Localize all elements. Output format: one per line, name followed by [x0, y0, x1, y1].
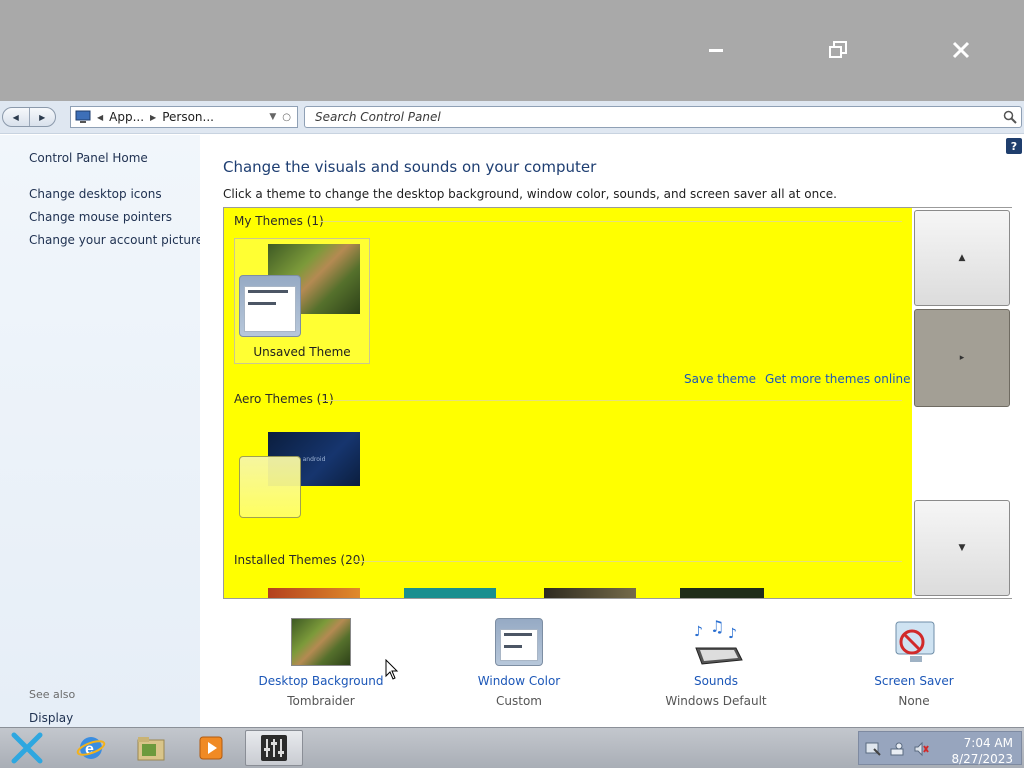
screen-saver-icon [884, 618, 944, 668]
window-color-shortcut[interactable]: Window Color Custom [429, 618, 609, 708]
scroll-thumb[interactable]: ▸ [914, 309, 1010, 407]
back-button[interactable]: ◀ [3, 108, 30, 126]
sounds-shortcut[interactable]: ♪ ♫ ♪ Sounds Windows Default [626, 617, 806, 708]
control-panel-icon [75, 110, 91, 123]
grip-icon: ▸ [959, 353, 965, 363]
sounds-link[interactable]: Sounds [626, 674, 806, 688]
scroll-down-button[interactable]: ▼ [914, 500, 1010, 596]
change-mouse-pointers-link[interactable]: Change mouse pointers [29, 210, 172, 224]
taskbar: e 7:04 AM 8/27/2023 [0, 727, 1024, 768]
refresh-icon[interactable]: ○ [282, 112, 291, 123]
dropdown-arrow-icon[interactable]: ▼ [269, 112, 276, 122]
screen-saver-shortcut[interactable]: Screen Saver None [824, 618, 1004, 708]
scroll-up-button[interactable]: ▲ [914, 210, 1010, 306]
get-more-themes-link[interactable]: Get more themes online [765, 372, 911, 386]
installed-theme-thumb[interactable] [404, 588, 496, 598]
svg-text:♪: ♪ [728, 626, 737, 642]
restore-icon [829, 41, 847, 58]
aero-thumbnail-text: android [302, 455, 326, 463]
installed-theme-thumb[interactable] [268, 588, 360, 598]
media-player-icon [199, 736, 223, 760]
taskbar-media-player[interactable] [182, 730, 240, 766]
my-themes-header: My Themes (1) [234, 214, 324, 228]
crumb-separator-icon: ◀ [97, 112, 104, 122]
theme-list-scrollbar[interactable]: ▲ ▸ ▼ [912, 207, 1012, 599]
mouse-cursor-icon [385, 659, 399, 680]
action-center-icon[interactable] [865, 741, 881, 757]
desktop-background-value: Tombraider [287, 694, 355, 708]
start-button[interactable] [0, 730, 54, 766]
sounds-icon: ♪ ♫ ♪ [686, 617, 746, 668]
window-color-link[interactable]: Window Color [429, 674, 609, 688]
page-title: Change the visuals and sounds on your co… [223, 158, 597, 176]
search-input[interactable]: Search Control Panel [304, 106, 1022, 128]
close-icon [952, 41, 970, 59]
clock-time[interactable]: 7:04 AM [943, 736, 1013, 750]
installed-theme-thumb[interactable] [544, 588, 636, 598]
save-theme-link[interactable]: Save theme [684, 372, 756, 386]
screen-saver-link[interactable]: Screen Saver [824, 674, 1004, 688]
address-bar: ◀ ▶ ◀ App... ▶ Person... ▼ ○ Search Cont… [0, 101, 1024, 134]
theme-tile-unsaved[interactable]: Unsaved Theme [234, 238, 370, 364]
main-pane: ? Change the visuals and sounds on your … [200, 135, 1024, 727]
search-placeholder: Search Control Panel [315, 110, 441, 124]
theme-tile-label: Unsaved Theme [253, 345, 351, 359]
arrow-down-icon: ▼ [958, 543, 966, 553]
close-button[interactable] [941, 36, 981, 64]
breadcrumb[interactable]: ◀ App... ▶ Person... ▼ ○ [70, 106, 298, 128]
help-button[interactable]: ? [1006, 138, 1022, 154]
search-icon[interactable] [1003, 110, 1017, 124]
window-color-preview [239, 275, 301, 337]
minimize-button[interactable] [696, 36, 736, 64]
desktop-background-shortcut[interactable]: Desktop Background Tombraider [231, 618, 411, 708]
crumb-separator-icon: ▶ [150, 112, 157, 122]
network-icon[interactable] [889, 741, 905, 757]
left-pane: Control Panel Home Change desktop icons … [0, 135, 203, 727]
desktop-background-link[interactable]: Desktop Background [231, 674, 411, 688]
breadcrumb-item-appearance[interactable]: App... [109, 110, 144, 124]
control-panel-home-link[interactable]: Control Panel Home [29, 151, 148, 165]
internet-explorer-icon: e [76, 737, 106, 759]
title-bar [0, 0, 1024, 101]
clock-date[interactable]: 8/27/2023 [943, 752, 1013, 766]
arrow-up-icon: ▲ [958, 253, 966, 263]
window-color-icon [489, 618, 549, 668]
nav-buttons: ◀ ▶ [2, 107, 56, 127]
display-link[interactable]: Display [29, 711, 73, 725]
volume-muted-icon[interactable] [913, 741, 929, 757]
desktop-background-icon [291, 618, 351, 668]
taskbar-control-panel[interactable] [245, 730, 303, 766]
system-tray: 7:04 AM 8/27/2023 [858, 731, 1022, 766]
minimize-icon [709, 49, 723, 52]
taskbar-file-explorer[interactable] [122, 730, 180, 766]
group-divider [319, 400, 902, 401]
start-icon [11, 732, 43, 764]
control-panel-icon [261, 735, 287, 761]
forward-button[interactable]: ▶ [30, 108, 56, 126]
theme-list[interactable]: My Themes (1) Unsaved Theme Save theme G… [223, 207, 913, 599]
taskbar-internet-explorer[interactable]: e [62, 730, 120, 766]
svg-text:♫: ♫ [710, 618, 724, 636]
change-desktop-icons-link[interactable]: Change desktop icons [29, 187, 162, 201]
installed-theme-thumb[interactable] [680, 588, 764, 598]
sounds-value: Windows Default [665, 694, 767, 708]
restore-button[interactable] [818, 36, 858, 64]
aero-themes-header: Aero Themes (1) [234, 392, 334, 406]
installed-themes-header: Installed Themes (20) [234, 553, 366, 567]
group-divider [319, 221, 902, 222]
screen-saver-value: None [898, 694, 930, 708]
folder-icon [137, 737, 165, 761]
see-also-label: See also [29, 688, 76, 701]
change-account-picture-link[interactable]: Change your account picture [29, 233, 203, 247]
window-color-value: Custom [496, 694, 542, 708]
aero-window-preview [239, 456, 301, 518]
group-divider [354, 561, 902, 562]
page-description: Click a theme to change the desktop back… [223, 187, 837, 201]
svg-text:♪: ♪ [694, 624, 703, 640]
breadcrumb-item-personalization[interactable]: Person... [162, 110, 214, 124]
